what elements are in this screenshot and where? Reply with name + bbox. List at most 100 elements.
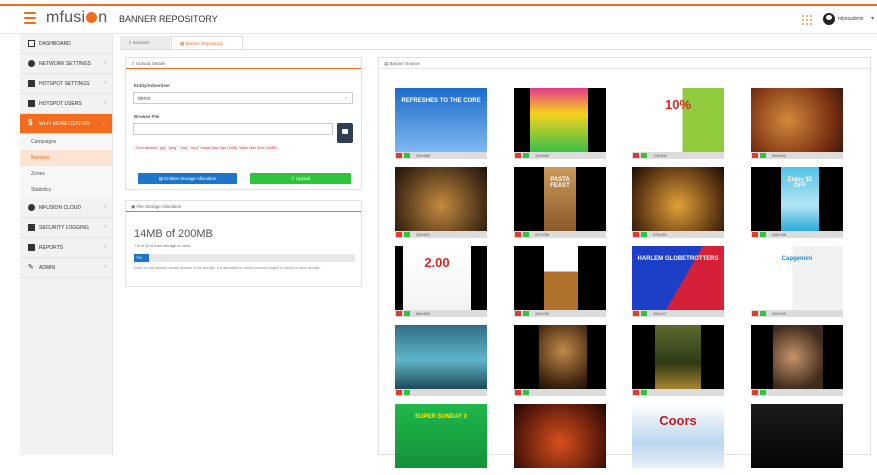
banner-thumbnail[interactable]: 800x600 [751, 88, 843, 159]
page-title: BANNER REPOSITORY [119, 14, 218, 24]
delete-banner-icon[interactable] [396, 153, 402, 158]
banner-image[interactable]: PASTA FEAST [514, 167, 606, 231]
banner-image[interactable] [751, 88, 843, 152]
entity-select[interactable]: demo ⌄ [133, 92, 353, 104]
select-banner-icon[interactable] [760, 390, 766, 395]
banner-image[interactable]: HARLEM GLOBETROTTERS [632, 246, 724, 310]
select-banner-icon[interactable] [523, 311, 529, 316]
delete-banner-icon[interactable] [515, 390, 521, 395]
banner-thumbnail[interactable] [514, 325, 606, 396]
entities-storage-allocation-button[interactable]: ▤ Entities Storage Allocation [138, 173, 237, 184]
banner-image[interactable] [632, 325, 724, 389]
user-caret-icon[interactable]: ▾ [871, 15, 874, 22]
banner-thumbnail[interactable]: SUPER SUNDAY 3 [395, 404, 487, 475]
banner-image[interactable] [751, 325, 843, 389]
sidebar-sub-zones[interactable]: Zones [20, 166, 112, 182]
sidebar-sub-banners[interactable]: Banners [20, 150, 112, 166]
banner-thumbnail[interactable]: 10% 728x540 [632, 88, 724, 159]
banner-thumbnail[interactable]: 2.00 800x600 [395, 246, 487, 317]
sidebar-item-dashboard[interactable]: DASHBOARD [20, 34, 112, 54]
delete-banner-icon[interactable] [633, 153, 639, 158]
user-avatar-icon[interactable] [823, 13, 835, 25]
select-banner-icon[interactable] [523, 153, 529, 158]
select-banner-icon[interactable] [523, 390, 529, 395]
banner-thumbnail[interactable]: Capgemini 300x129 [751, 246, 843, 317]
banner-thumbnail[interactable]: Enjoy $2 OFF 266x768 [751, 167, 843, 238]
apps-grid-icon[interactable] [802, 15, 812, 25]
select-banner-icon[interactable] [641, 311, 647, 316]
select-banner-icon[interactable] [760, 232, 766, 237]
delete-banner-icon[interactable] [752, 232, 758, 237]
browse-folder-button[interactable] [337, 123, 353, 143]
delete-banner-icon[interactable] [515, 232, 521, 237]
select-banner-icon[interactable] [404, 311, 410, 316]
banner-image[interactable] [395, 325, 487, 389]
tab-banners[interactable]: ↥ Banners [120, 36, 170, 49]
select-banner-icon[interactable] [760, 153, 766, 158]
banner-thumbnail[interactable]: 875x400 [632, 167, 724, 238]
user-name[interactable]: mbssadmin [838, 16, 864, 22]
hamburger-menu-icon[interactable] [24, 12, 36, 24]
select-banner-icon[interactable] [760, 311, 766, 316]
banner-artwork: 2.00 [403, 246, 471, 310]
banner-thumbnail[interactable]: 320x568 [514, 88, 606, 159]
banner-image[interactable]: 2.00 [395, 246, 487, 310]
mfusion-logo[interactable]: mfusi n [46, 9, 107, 27]
banner-image[interactable] [632, 167, 724, 231]
delete-banner-icon[interactable] [515, 311, 521, 316]
select-banner-icon[interactable] [523, 232, 529, 237]
delete-banner-icon[interactable] [515, 153, 521, 158]
sidebar-item-security-logging[interactable]: SECURITY LOGGING ‹ [20, 218, 112, 238]
delete-banner-icon[interactable] [396, 390, 402, 395]
banner-thumbnail[interactable]: PASTA FEAST 297x768 [514, 167, 606, 238]
delete-banner-icon[interactable] [396, 232, 402, 237]
banner-image[interactable]: Enjoy $2 OFF [751, 167, 843, 231]
select-banner-icon[interactable] [641, 232, 647, 237]
delete-banner-icon[interactable] [633, 390, 639, 395]
delete-banner-icon[interactable] [633, 311, 639, 316]
select-banner-icon[interactable] [404, 390, 410, 395]
banner-thumbnail[interactable]: 320x768 [514, 246, 606, 317]
banner-thumbnail[interactable] [514, 404, 606, 475]
banner-image[interactable] [514, 246, 606, 310]
banner-image[interactable]: 10% [632, 88, 724, 152]
select-banner-icon[interactable] [404, 153, 410, 158]
sidebar-item-reports[interactable]: REPORTS ‹ [20, 238, 112, 258]
banner-thumbnail[interactable] [751, 325, 843, 396]
sidebar-item-admin[interactable]: ✎ ADMIN ‹ [20, 258, 112, 278]
delete-banner-icon[interactable] [752, 311, 758, 316]
delete-banner-icon[interactable] [752, 390, 758, 395]
banner-image[interactable]: SUPER SUNDAY 3 [395, 404, 487, 468]
banner-thumbnail[interactable] [395, 325, 487, 396]
banner-image[interactable]: REFRESHES TO THE CORE [395, 88, 487, 152]
file-path-input[interactable] [133, 123, 333, 135]
banner-thumbnail[interactable] [751, 404, 843, 475]
sidebar-item-mfusion-cloud[interactable]: MFUSION CLOUD ‹ [20, 198, 112, 218]
banner-image[interactable] [514, 325, 606, 389]
upload-button[interactable]: ⇪ Upload [250, 173, 351, 184]
banner-image[interactable] [514, 404, 606, 468]
banner-image[interactable]: Capgemini [751, 246, 843, 310]
banner-thumbnail[interactable]: 320x600 [395, 167, 487, 238]
banner-thumbnail[interactable]: Coors [632, 404, 724, 475]
sidebar-item-hotspot-settings[interactable]: HOTSPOT SETTINGS ‹ [20, 74, 112, 94]
delete-banner-icon[interactable] [633, 232, 639, 237]
select-banner-icon[interactable] [641, 153, 647, 158]
banner-image[interactable] [751, 404, 843, 468]
banner-image[interactable]: Coors [632, 404, 724, 468]
select-banner-icon[interactable] [641, 390, 647, 395]
banner-image[interactable] [514, 88, 606, 152]
sidebar-sub-statistics[interactable]: Statistics [20, 182, 112, 198]
banner-thumbnail[interactable]: HARLEM GLOBETROTTERS 300x127 [632, 246, 724, 317]
select-banner-icon[interactable] [404, 232, 410, 237]
delete-banner-icon[interactable] [752, 153, 758, 158]
sidebar-sub-campaigns[interactable]: Campaigns [20, 134, 112, 150]
sidebar-item-network-settings[interactable]: NETWORK SETTINGS ‹ [20, 54, 112, 74]
banner-thumbnail[interactable] [632, 325, 724, 396]
sidebar-item-wifi-monetization[interactable]: $ WI-FI MONETIZATION ⌄ [20, 114, 112, 134]
delete-banner-icon[interactable] [396, 311, 402, 316]
banner-image[interactable] [395, 167, 487, 231]
sidebar-item-hotspot-users[interactable]: HOTSPOT USERS ‹ [20, 94, 112, 114]
banner-thumbnail[interactable]: REFRESHES TO THE CORE 320x568 [395, 88, 487, 159]
tab-banner-repository[interactable]: ▦ Banner Repository [171, 36, 243, 49]
